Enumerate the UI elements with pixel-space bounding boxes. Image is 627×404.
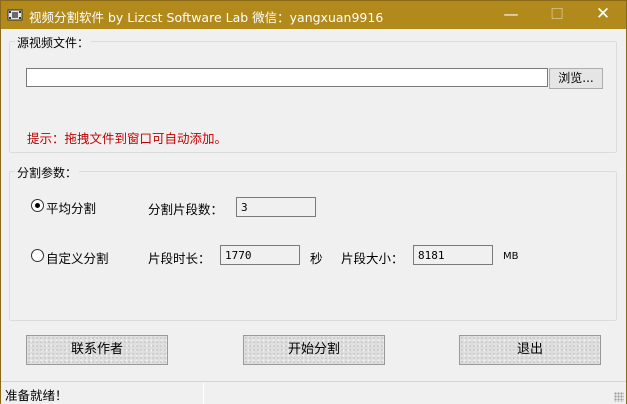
custom-split-radio-indicator[interactable] — [31, 249, 44, 262]
segment-duration-input[interactable] — [220, 245, 300, 265]
status-bar: 准备就绪！ — [1, 381, 626, 404]
segment-count-input[interactable] — [236, 197, 316, 217]
resize-grip-icon[interactable] — [614, 392, 624, 402]
maximize-button[interactable]: ☐ — [534, 1, 580, 29]
contact-author-button[interactable]: 联系作者 — [26, 335, 168, 365]
duration-unit-label: 秒 — [310, 251, 323, 266]
main-window: 视频分割软件 by Lizcst Software Lab 微信：yangxua… — [0, 0, 627, 404]
segment-duration-label: 片段时长： — [148, 251, 211, 266]
minimize-button[interactable]: — — [488, 1, 534, 29]
exit-button[interactable]: 退出 — [459, 335, 601, 365]
segment-size-input[interactable] — [413, 245, 493, 265]
drag-drop-hint: 提示：拖拽文件到窗口可自动添加。 — [27, 131, 228, 146]
segment-count-label: 分割片段数： — [148, 202, 224, 217]
split-params-legend: 分割参数： — [15, 164, 80, 181]
window-title: 视频分割软件 by Lizcst Software Lab 微信：yangxua… — [29, 10, 384, 25]
close-button[interactable]: ✕ — [580, 1, 626, 29]
status-bar-separator — [203, 383, 204, 404]
average-split-radio-indicator[interactable] — [31, 199, 44, 212]
start-split-button[interactable]: 开始分割 — [243, 335, 385, 365]
average-split-label: 平均分割 — [46, 201, 97, 216]
custom-split-radio[interactable]: 自定义分割 — [31, 248, 121, 266]
title-bar[interactable]: 视频分割软件 by Lizcst Software Lab 微信：yangxua… — [1, 1, 626, 29]
film-app-icon — [7, 9, 23, 21]
status-text: 准备就绪！ — [5, 388, 68, 403]
source-path-input[interactable] — [26, 68, 548, 87]
browse-button[interactable]: 浏览... — [549, 68, 603, 89]
segment-size-label: 片段大小： — [341, 251, 404, 266]
custom-split-label: 自定义分割 — [46, 251, 109, 266]
size-unit-label: MB — [503, 251, 519, 262]
average-split-radio[interactable]: 平均分割 — [31, 198, 111, 216]
split-params-group — [9, 171, 617, 321]
source-file-legend: 源视频文件： — [15, 34, 92, 51]
